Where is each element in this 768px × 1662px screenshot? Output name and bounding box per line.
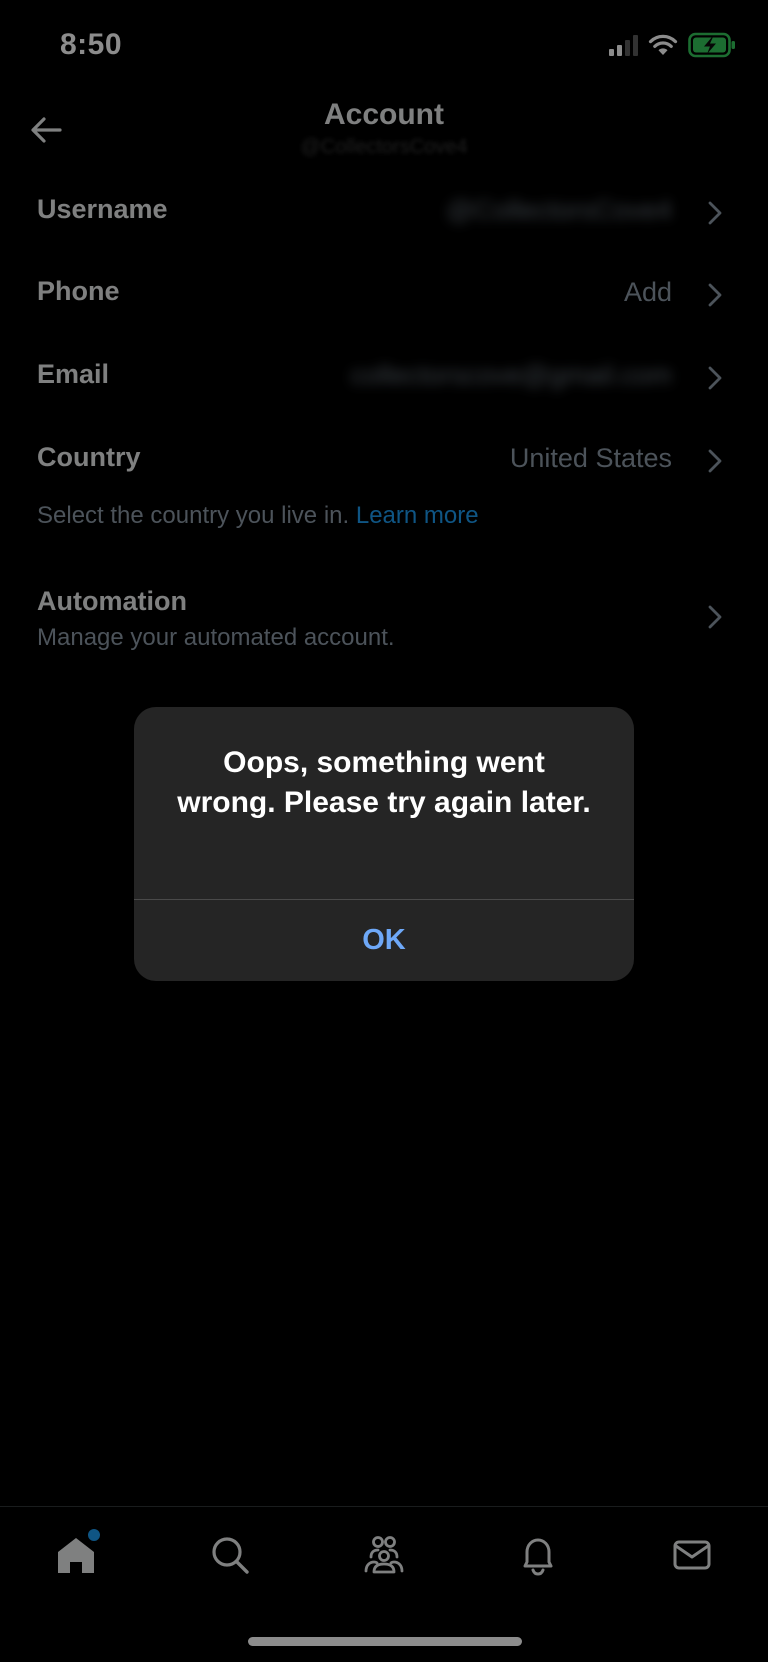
error-alert-dialog: Oops, something went wrong. Please try a… (134, 707, 634, 981)
alert-ok-button[interactable]: OK (134, 900, 634, 981)
alert-message: Oops, something went wrong. Please try a… (177, 746, 591, 819)
